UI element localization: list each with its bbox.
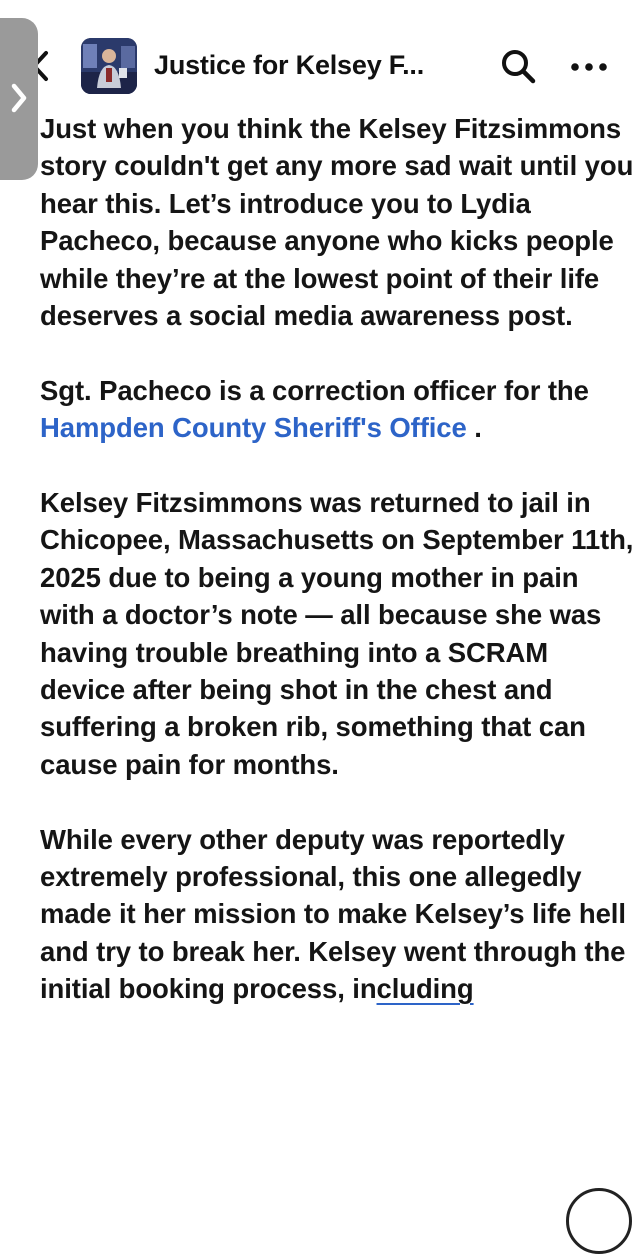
post-body: Just when you think the Kelsey Fitzsimmo… [40,110,636,1045]
post-text: Sgt. Pacheco is a correction officer for… [40,374,589,406]
more-options-button[interactable] [568,54,612,80]
group-avatar[interactable] [81,38,137,94]
group-header: Justice for Kelsey F... [0,0,639,112]
post-paragraph: Sgt. Pacheco is a correction officer for… [40,372,636,447]
group-title[interactable]: Justice for Kelsey F... [154,47,424,83]
post-paragraph: Just when you think the Kelsey Fitzsimmo… [40,113,634,332]
more-horizontal-icon [571,63,607,71]
search-icon [502,50,536,84]
post-paragraph: Kelsey Fitzsimmons was returned to jail … [40,487,634,780]
chevron-right-icon [11,83,27,113]
sheriff-office-mention-link[interactable]: Hampden County Sheriff's Office [40,412,467,443]
post-paragraph: While every other deputy was reportedly … [40,821,636,1008]
post-text: . [466,412,482,444]
floating-action-button[interactable] [566,1188,632,1254]
underlined-link-text[interactable]: cluding [377,973,474,1004]
sidebar-pull-tab[interactable] [0,18,38,180]
search-button[interactable] [498,46,540,88]
post-text: While every other deputy was reportedly … [40,823,626,1005]
